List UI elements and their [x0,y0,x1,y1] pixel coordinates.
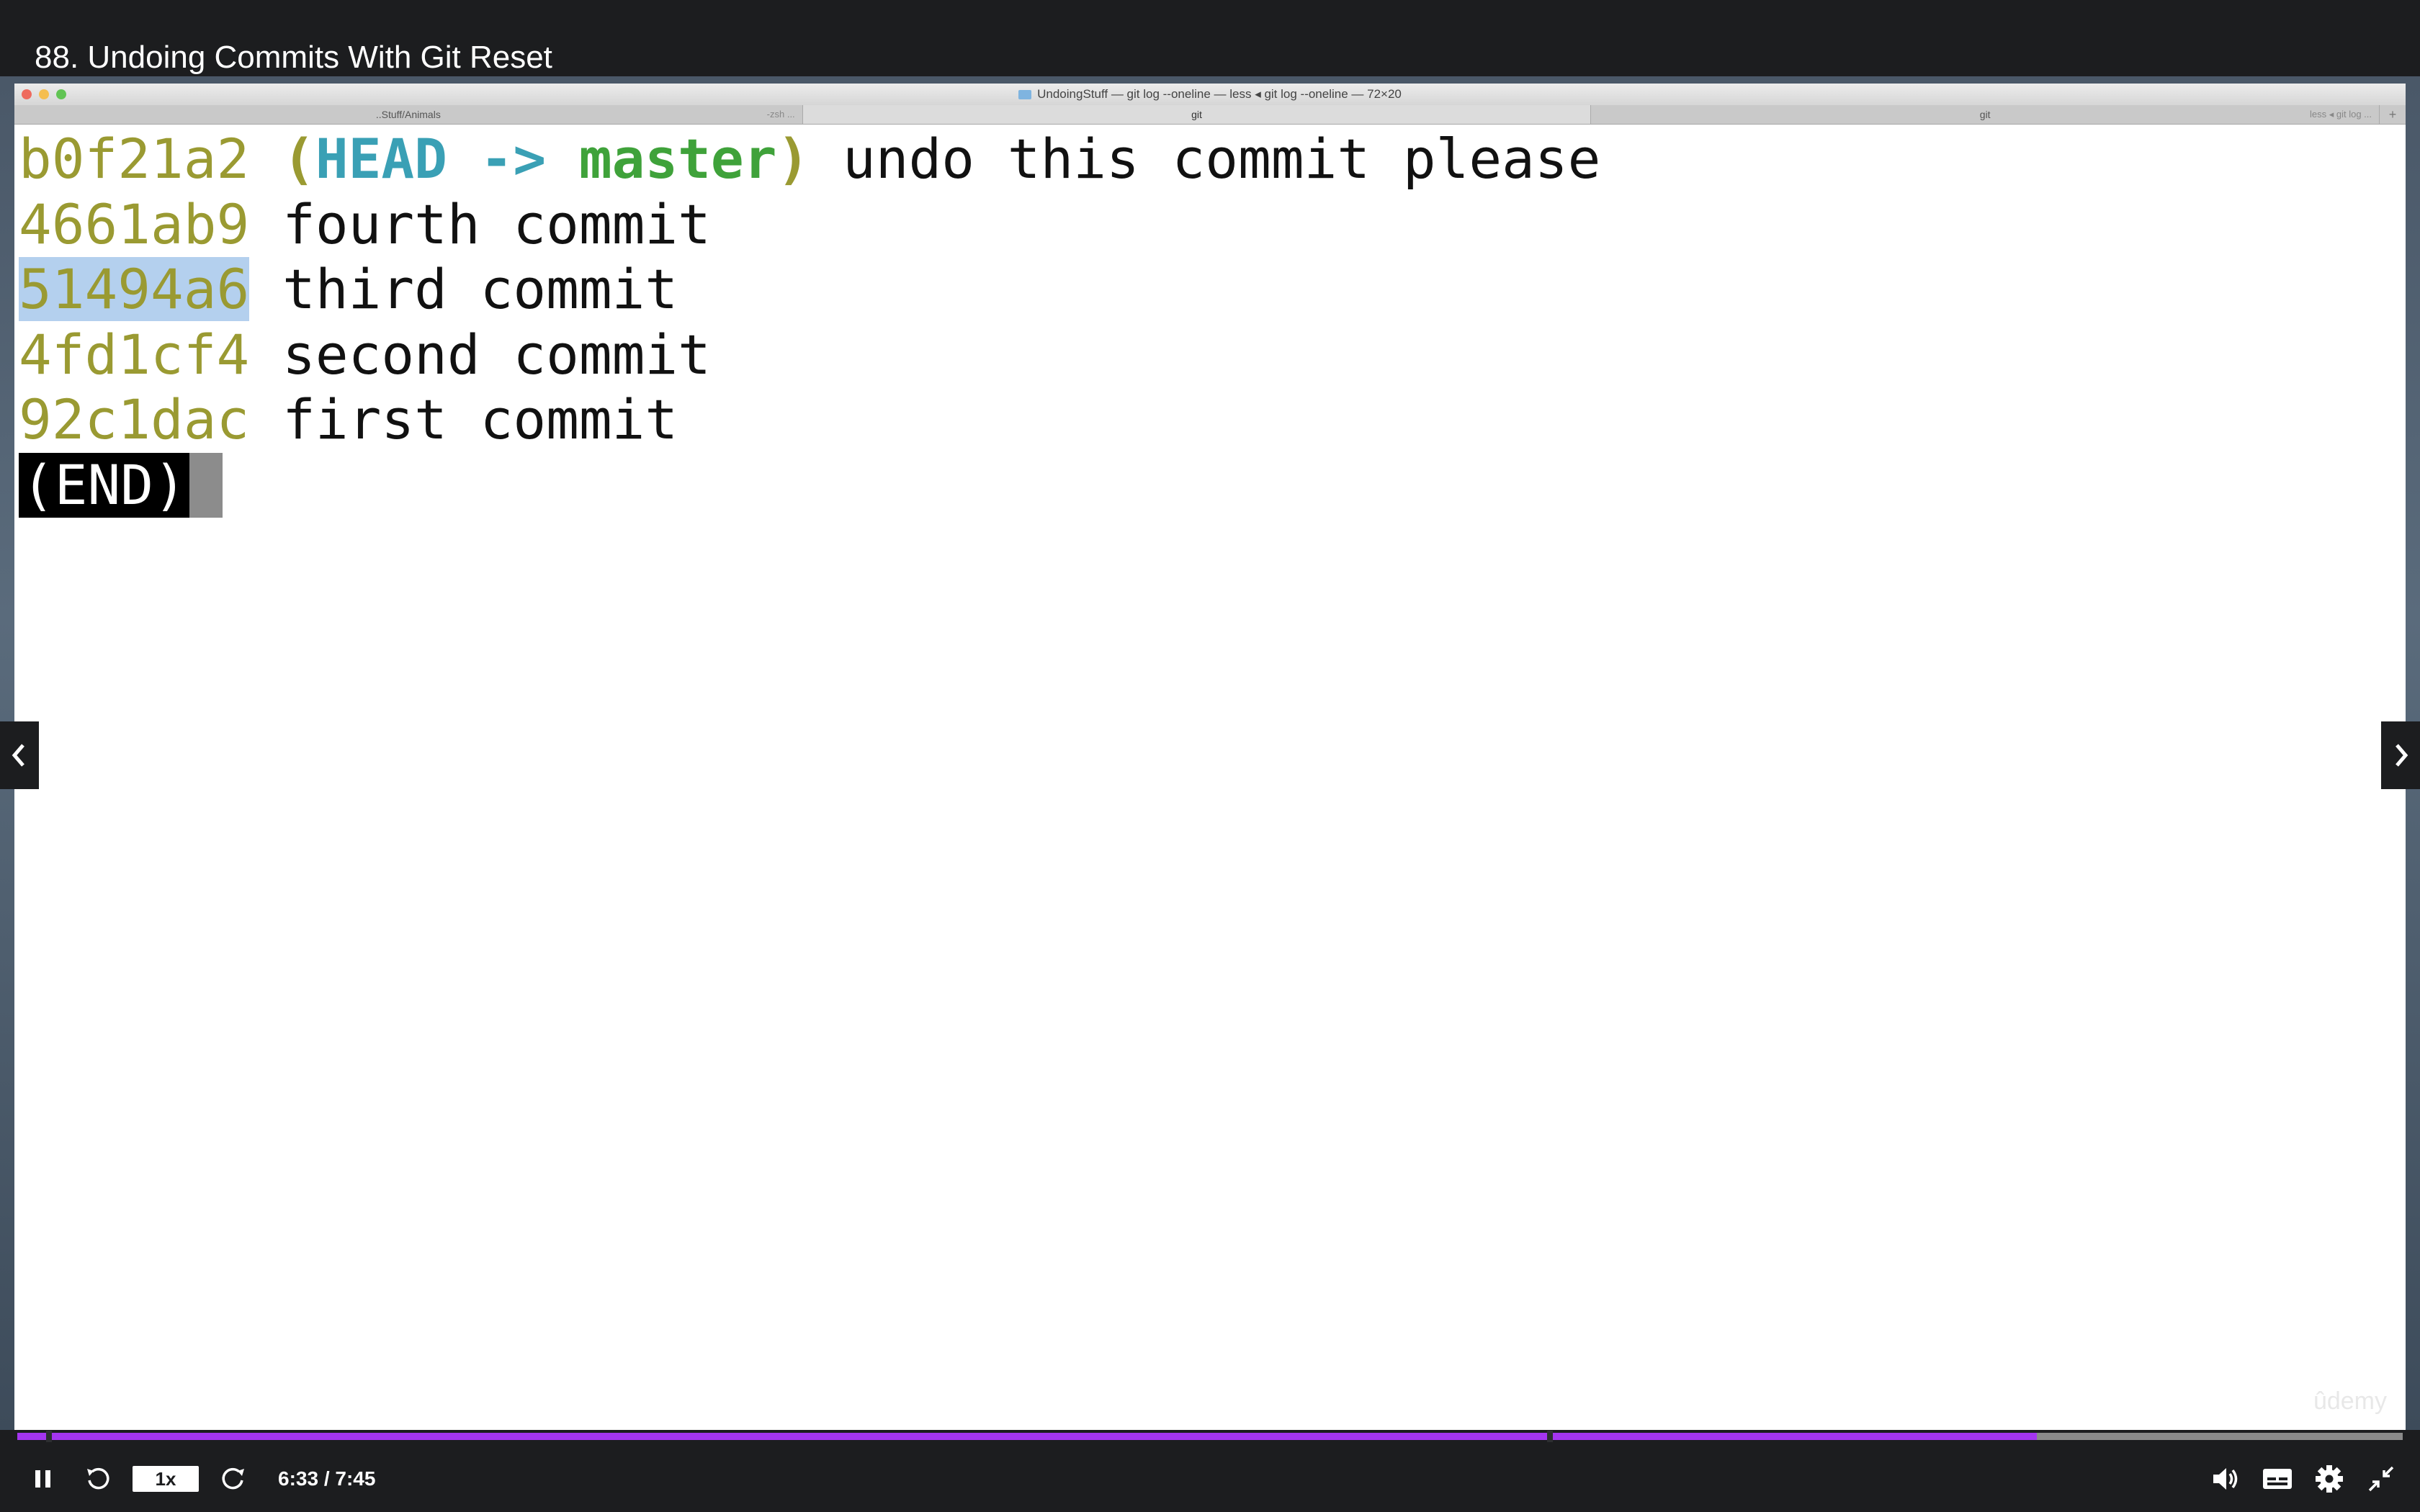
settings-button[interactable] [2308,1464,2351,1494]
exit-fullscreen-button[interactable] [2360,1464,2403,1493]
ref-paren-open: ( [282,127,315,191]
branch-name: master [578,127,777,191]
lecture-title: 88. Undoing Commits With Git Reset [35,40,552,75]
captions-button[interactable] [2256,1466,2299,1492]
log-line: b0f21a2 (HEAD -> master) undo this commi… [19,127,2406,192]
commit-message: first commit [282,387,678,451]
commit-message: second commit [282,322,711,387]
terminal-tabbar: ..Stuff/Animals -zsh ... git git less ◂ … [14,105,2406,125]
progress-fill [17,1433,2038,1440]
chapter-marker[interactable] [46,1431,52,1442]
chevron-left-icon [12,744,24,767]
player-controls: 1x 6:33 / 7:45 [0,1446,2420,1512]
tab-sublabel: less ◂ git log ... [2310,109,2372,120]
forward-5-icon [222,1467,244,1490]
window-title: UndoingStuff — git log --oneline — less … [14,84,2406,105]
commit-message: third commit [282,257,678,321]
commit-hash[interactable]: 92c1dac [19,387,249,451]
log-line: 92c1dac first commit [19,387,2406,453]
volume-icon [2213,1468,2238,1490]
text-cursor [189,452,223,518]
time-display: 6:33 / 7:45 [278,1467,376,1490]
end-prompt: (END) [19,452,189,518]
previous-lecture-button[interactable] [0,721,39,789]
chapter-marker[interactable] [1547,1431,1553,1442]
commit-hash-selected[interactable]: 51494a6 [19,257,250,321]
log-line: 51494a6 third commit [19,257,2406,323]
commit-hash[interactable]: 4fd1cf4 [19,323,249,387]
tab-git-active[interactable]: git [802,105,1592,124]
head-ref: HEAD [315,127,447,191]
pager-prompt: (END) [19,452,2406,518]
ref-arrow: -> [480,127,547,191]
rewind-5-icon [87,1467,109,1490]
window-title-text: UndoingStuff — git log --oneline — less … [1037,87,1402,101]
rewind-5-button[interactable] [78,1464,118,1493]
terminal-output[interactable]: b0f21a2 (HEAD -> master) undo this commi… [19,127,2406,1430]
gear-icon [2316,1465,2343,1493]
terminal-window: UndoingStuff — git log --oneline — less … [14,84,2406,1430]
chevron-right-icon [2396,744,2408,767]
tab-label: git [1191,109,1202,120]
tab-git[interactable]: git less ◂ git log ... [1591,105,2380,124]
volume-button[interactable] [2204,1465,2247,1493]
commit-hash[interactable]: b0f21a2 [19,127,249,191]
log-line: 4661ab9 fourth commit [19,192,2406,258]
commit-message: fourth commit [282,192,711,256]
captions-icon [2263,1469,2292,1489]
new-tab-button[interactable]: + [2380,105,2406,124]
log-line: 4fd1cf4 second commit [19,323,2406,388]
commit-message: undo this commit please [842,127,1601,191]
tab-sublabel: -zsh ... [766,109,795,120]
udemy-watermark: ûdemy [2313,1387,2387,1415]
next-lecture-button[interactable] [2381,721,2420,789]
exit-fullscreen-icon [2368,1466,2394,1492]
playback-speed-button[interactable]: 1x [133,1466,199,1492]
window-titlebar: UndoingStuff — git log --oneline — less … [14,84,2406,106]
folder-icon [1018,90,1032,100]
pause-icon [35,1470,50,1488]
pause-button[interactable] [23,1467,63,1490]
tab-label: ..Stuff/Animals [375,109,441,120]
tab-animals[interactable]: ..Stuff/Animals -zsh ... [14,105,803,124]
progress-bar[interactable] [17,1431,2403,1442]
forward-5-button[interactable] [213,1464,254,1493]
ref-paren-close: ) [776,127,810,191]
commit-hash[interactable]: 4661ab9 [19,192,249,256]
tab-label: git [1979,109,1991,120]
